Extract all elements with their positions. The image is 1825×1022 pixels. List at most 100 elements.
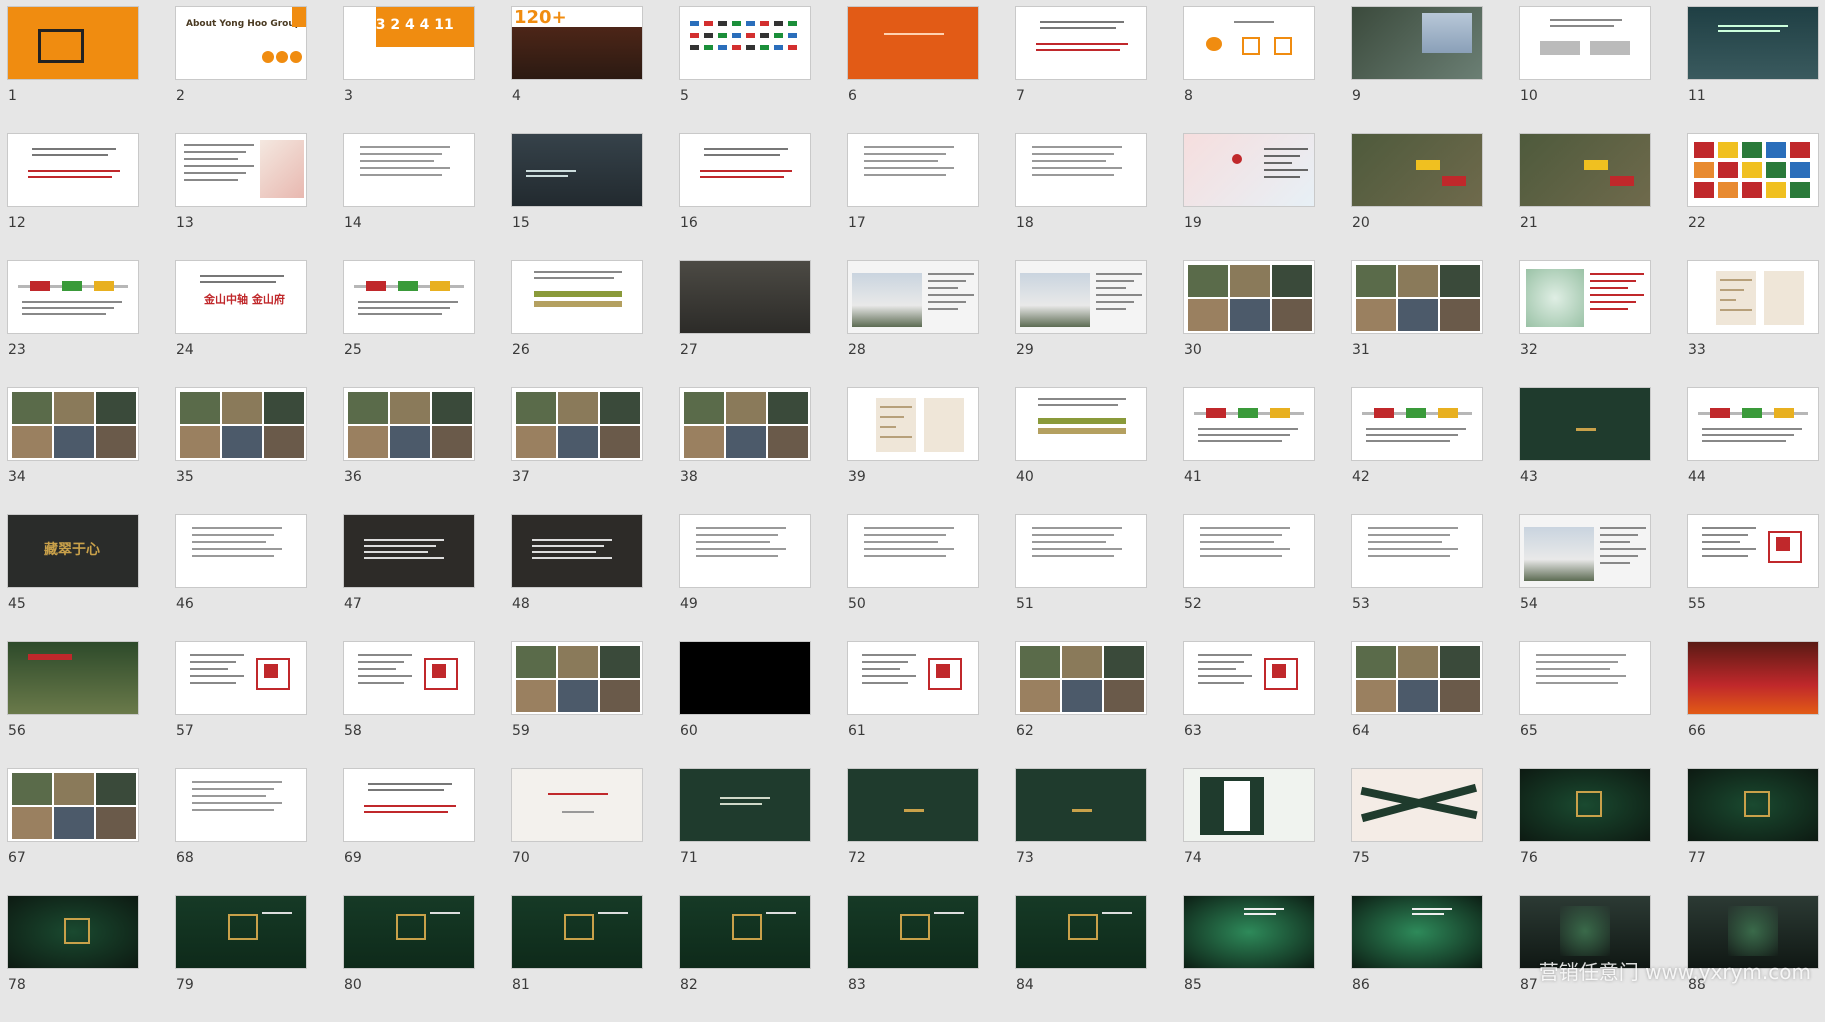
slide-thumbnail[interactable]: 12: [7, 133, 139, 260]
slide-thumbnail[interactable]: About Yong Hoo Group 2: [175, 6, 307, 133]
slide-thumbnail[interactable]: 22: [1687, 133, 1819, 260]
slide-thumbnail[interactable]: 23: [7, 260, 139, 387]
slide-thumbnail[interactable]: 48: [511, 514, 643, 641]
slide-thumbnail[interactable]: 5: [679, 6, 811, 133]
slide-thumbnail[interactable]: 9: [1351, 6, 1483, 133]
slide-thumbnail[interactable]: 54: [1519, 514, 1651, 641]
slide-thumbnail[interactable]: 65: [1519, 641, 1651, 768]
slide-thumbnail[interactable]: 36: [343, 387, 475, 514]
slide-thumbnail[interactable]: 73: [1015, 768, 1147, 895]
slide-thumbnail[interactable]: 79: [175, 895, 307, 1022]
slide-thumbnail[interactable]: 35: [175, 387, 307, 514]
slide-thumbnail[interactable]: 78: [7, 895, 139, 1022]
slide-thumbnail[interactable]: 38: [679, 387, 811, 514]
slide-thumbnail[interactable]: 19: [1183, 133, 1315, 260]
slide-thumbnail[interactable]: 20: [1351, 133, 1483, 260]
slide-thumbnail[interactable]: 31: [1351, 260, 1483, 387]
slide-thumbnail[interactable]: 41: [1183, 387, 1315, 514]
slide-thumbnail[interactable]: 43: [1519, 387, 1651, 514]
slide-thumbnail[interactable]: 75: [1351, 768, 1483, 895]
slide-number: 48: [512, 596, 530, 612]
slide-thumbnail[interactable]: 13: [175, 133, 307, 260]
slide-number: 51: [1016, 596, 1034, 612]
slide-thumbnail[interactable]: 69: [343, 768, 475, 895]
slide-thumbnail[interactable]: 37: [511, 387, 643, 514]
slide-number: 53: [1352, 596, 1370, 612]
slide-thumbnail[interactable]: 40: [1015, 387, 1147, 514]
slide-thumbnail[interactable]: 15: [511, 133, 643, 260]
slide-preview: [1687, 387, 1819, 461]
slide-thumbnail[interactable]: 70: [511, 768, 643, 895]
slide-thumbnail[interactable]: 32: [1519, 260, 1651, 387]
slide-preview: [679, 387, 811, 461]
slide-thumbnail[interactable]: 33: [1687, 260, 1819, 387]
slide-number: 28: [848, 342, 866, 358]
slide-thumbnail[interactable]: 86: [1351, 895, 1483, 1022]
slide-thumbnail[interactable]: 85: [1183, 895, 1315, 1022]
slide-thumbnail[interactable]: 68: [175, 768, 307, 895]
slide-thumbnail[interactable]: 44: [1687, 387, 1819, 514]
slide-thumbnail[interactable]: 51: [1015, 514, 1147, 641]
slide-thumbnail[interactable]: 30: [1183, 260, 1315, 387]
slide-thumbnail[interactable]: 10: [1519, 6, 1651, 133]
slide-thumbnail[interactable]: 62: [1015, 641, 1147, 768]
slide-number: 72: [848, 850, 866, 866]
slide-thumbnail[interactable]: 11: [1687, 6, 1819, 133]
slide-thumbnail[interactable]: 53: [1351, 514, 1483, 641]
slide-thumbnail[interactable]: 18: [1015, 133, 1147, 260]
slide-thumbnail[interactable]: 1: [7, 6, 139, 133]
slide-thumbnail[interactable]: 13 2 4 4 11 3: [343, 6, 475, 133]
slide-preview: [1183, 768, 1315, 842]
slide-thumbnail[interactable]: 56: [7, 641, 139, 768]
slide-preview: [1687, 6, 1819, 80]
slide-thumbnail[interactable]: 61: [847, 641, 979, 768]
slide-thumbnail[interactable]: 84: [1015, 895, 1147, 1022]
slide-thumbnail[interactable]: 34: [7, 387, 139, 514]
slide-thumbnail[interactable]: 26: [511, 260, 643, 387]
slide-thumbnail[interactable]: 57: [175, 641, 307, 768]
slide-number: 10: [1520, 88, 1538, 104]
slide-thumbnail[interactable]: 39: [847, 387, 979, 514]
slide-thumbnail[interactable]: 83: [847, 895, 979, 1022]
slide-thumbnail[interactable]: 55: [1687, 514, 1819, 641]
slide-preview: [1351, 260, 1483, 334]
slide-thumbnail[interactable]: 67: [7, 768, 139, 895]
slide-thumbnail[interactable]: 81: [511, 895, 643, 1022]
slide-thumbnail[interactable]: 7: [1015, 6, 1147, 133]
slide-thumbnail[interactable]: 16: [679, 133, 811, 260]
slide-thumbnail[interactable]: 47: [343, 514, 475, 641]
slide-thumbnail[interactable]: 64: [1351, 641, 1483, 768]
slide-thumbnail[interactable]: 72: [847, 768, 979, 895]
slide-thumbnail[interactable]: 28: [847, 260, 979, 387]
slide-thumbnail[interactable]: 42: [1351, 387, 1483, 514]
slide-preview: [847, 514, 979, 588]
slide-thumbnail[interactable]: 25: [343, 260, 475, 387]
slide-thumbnail[interactable]: 60: [679, 641, 811, 768]
slide-thumbnail[interactable]: 71: [679, 768, 811, 895]
slide-thumbnail[interactable]: 14: [343, 133, 475, 260]
slide-thumbnail[interactable]: 金山中轴 金山府 24: [175, 260, 307, 387]
slide-thumbnail[interactable]: 29: [1015, 260, 1147, 387]
slide-thumbnail[interactable]: 120+ 4: [511, 6, 643, 133]
slide-thumbnail[interactable]: 66: [1687, 641, 1819, 768]
slide-thumbnail[interactable]: 74: [1183, 768, 1315, 895]
slide-thumbnail[interactable]: 21: [1519, 133, 1651, 260]
slide-thumbnail[interactable]: 27: [679, 260, 811, 387]
slide-thumbnail[interactable]: 76: [1519, 768, 1651, 895]
slide-thumbnail[interactable]: 52: [1183, 514, 1315, 641]
slide-thumbnail[interactable]: 藏翠于心 45: [7, 514, 139, 641]
slide-thumbnail[interactable]: 17: [847, 133, 979, 260]
slide-thumbnail[interactable]: 8: [1183, 6, 1315, 133]
slide-thumbnail[interactable]: 46: [175, 514, 307, 641]
slide-thumbnail[interactable]: 82: [679, 895, 811, 1022]
slide-thumbnail[interactable]: 6: [847, 6, 979, 133]
slide-thumbnail[interactable]: 80: [343, 895, 475, 1022]
slide-preview: [511, 514, 643, 588]
slide-thumbnail[interactable]: 49: [679, 514, 811, 641]
slide-thumbnail[interactable]: 59: [511, 641, 643, 768]
slide-thumbnail[interactable]: 77: [1687, 768, 1819, 895]
slide-number: 74: [1184, 850, 1202, 866]
slide-thumbnail[interactable]: 58: [343, 641, 475, 768]
slide-thumbnail[interactable]: 63: [1183, 641, 1315, 768]
slide-thumbnail[interactable]: 50: [847, 514, 979, 641]
